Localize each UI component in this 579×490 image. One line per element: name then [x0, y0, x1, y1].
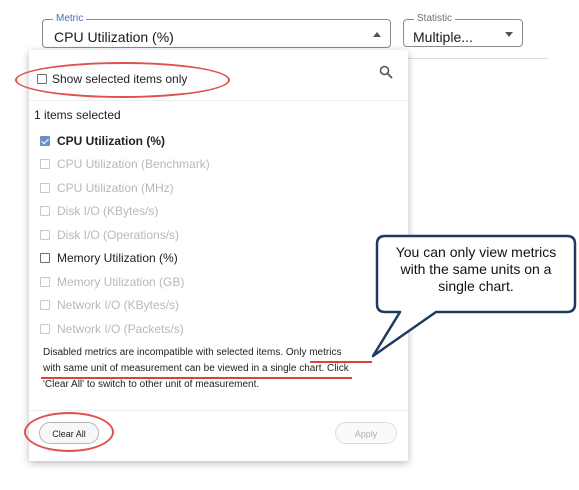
- callout-line: You can only view metrics: [395, 244, 557, 260]
- callout-line: with the same units on a: [400, 261, 552, 277]
- callout-text: You can only view metrics with the same …: [381, 244, 571, 295]
- callout-line: single chart.: [438, 278, 514, 294]
